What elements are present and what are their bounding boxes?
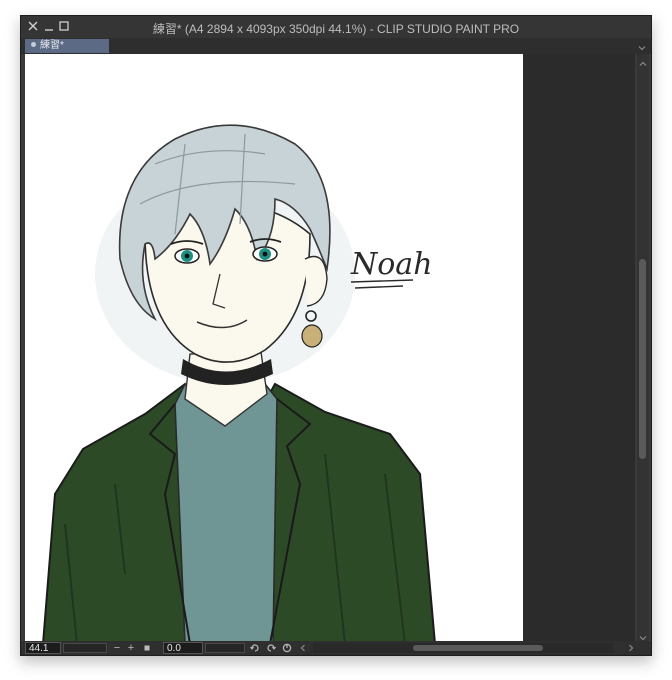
signature-label: Noah (350, 247, 433, 282)
vertical-scroll-thumb[interactable] (639, 259, 646, 459)
scroll-up-icon[interactable] (638, 56, 648, 66)
status-bar: 44.1 − + 0.0 (21, 641, 651, 655)
fit-view-icon[interactable] (141, 642, 153, 654)
zoom-input[interactable]: 44.1 (25, 642, 61, 654)
zoom-out-button[interactable]: − (111, 642, 123, 654)
scroll-right-icon[interactable] (625, 642, 637, 654)
title-bar[interactable]: 練習* (A4 2894 x 4093px 350dpi 44.1%) - CL… (21, 16, 651, 38)
chevron-down-icon[interactable] (637, 40, 647, 51)
rotate-right-icon[interactable] (265, 642, 277, 654)
zoom-in-button[interactable]: + (125, 642, 137, 654)
scroll-down-icon[interactable] (638, 630, 648, 641)
signature-text: Noah (350, 247, 433, 289)
artwork-illustration: Noah (42, 124, 436, 642)
app-window: 練習* (A4 2894 x 4093px 350dpi 44.1%) - CL… (20, 15, 652, 656)
horizontal-scrollbar[interactable] (313, 643, 613, 653)
document-tab-label: 練習* (40, 40, 64, 51)
drawing-canvas[interactable]: Noah (25, 54, 523, 642)
vertical-scrollbar[interactable] (637, 54, 649, 642)
unsaved-dot-icon (31, 42, 36, 47)
zoom-slider[interactable] (63, 643, 107, 653)
horizontal-scroll-thumb[interactable] (413, 645, 543, 651)
rotate-left-icon[interactable] (249, 642, 261, 654)
document-tab-bar: 練習* (21, 38, 651, 54)
window-title: 練習* (A4 2894 x 4093px 350dpi 44.1%) - CL… (152, 22, 520, 36)
reset-rotation-icon[interactable] (281, 642, 293, 654)
canvas-viewport[interactable]: Noah (25, 54, 635, 642)
document-tab[interactable]: 練習* (25, 39, 109, 53)
rotation-slider[interactable] (205, 643, 245, 653)
rotation-input[interactable]: 0.0 (163, 642, 203, 654)
scroll-left-icon[interactable] (297, 642, 309, 654)
